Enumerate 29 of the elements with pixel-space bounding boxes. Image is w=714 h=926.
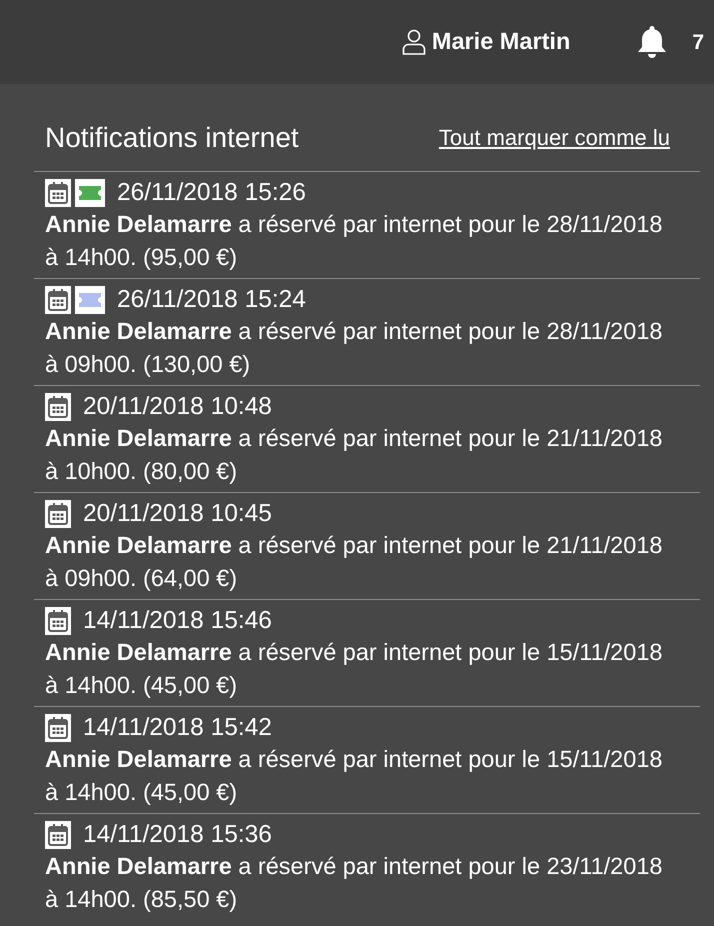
notification-datetime: 26/11/2018 15:24 bbox=[117, 285, 306, 315]
panel-title: Notifications internet bbox=[45, 122, 299, 154]
calendar-icon bbox=[45, 286, 71, 314]
calendar-icon bbox=[45, 393, 71, 421]
user-icon bbox=[402, 29, 426, 55]
calendar-icon bbox=[45, 821, 71, 849]
notification-message[interactable]: Annie Delamarre a réservé par internet pour le 21/11/2018 à 09h00. (64,00 €) bbox=[45, 529, 675, 595]
ticket-icon bbox=[75, 286, 105, 314]
notification-datetime: 14/11/2018 15:36 bbox=[83, 820, 272, 850]
notification-datetime: 14/11/2018 15:46 bbox=[83, 606, 272, 636]
notification-message[interactable]: Annie Delamarre a réservé par internet pour le 21/11/2018 à 10h00. (80,00 €) bbox=[45, 422, 675, 488]
ticket-icon bbox=[75, 179, 105, 207]
calendar-icon bbox=[45, 607, 71, 635]
notification-message[interactable]: Annie Delamarre a réservé par internet pour le 15/11/2018 à 14h00. (45,00 €) bbox=[45, 743, 675, 809]
notification-datetime: 26/11/2018 15:26 bbox=[117, 178, 306, 208]
notification-message[interactable]: Annie Delamarre a réservé par internet pour le 23/11/2018 à 14h00. (85,50 €) bbox=[45, 850, 675, 916]
mark-all-read-link[interactable]: Tout marquer comme lu bbox=[438, 124, 670, 152]
notification-count: 7 bbox=[692, 32, 704, 52]
notification-message[interactable]: Annie Delamarre a réservé par internet pour le 28/11/2018 à 09h00. (130,00 €) bbox=[45, 315, 675, 381]
notification-datetime: 14/11/2018 15:42 bbox=[83, 713, 272, 743]
calendar-icon bbox=[45, 179, 71, 207]
calendar-icon bbox=[45, 714, 71, 742]
bell-icon[interactable] bbox=[636, 25, 668, 59]
notification-datetime: 20/11/2018 10:45 bbox=[83, 499, 272, 529]
notification-message[interactable]: Annie Delamarre a réservé par internet pour le 28/11/2018 à 14h00. (95,00 €) bbox=[45, 208, 675, 274]
notification-message[interactable]: Annie Delamarre a réservé par internet pour le 15/11/2018 à 14h00. (45,00 €) bbox=[45, 636, 675, 702]
user-name[interactable]: Marie Martin bbox=[432, 30, 570, 54]
calendar-icon bbox=[45, 500, 71, 528]
notification-datetime: 20/11/2018 10:48 bbox=[83, 392, 272, 422]
